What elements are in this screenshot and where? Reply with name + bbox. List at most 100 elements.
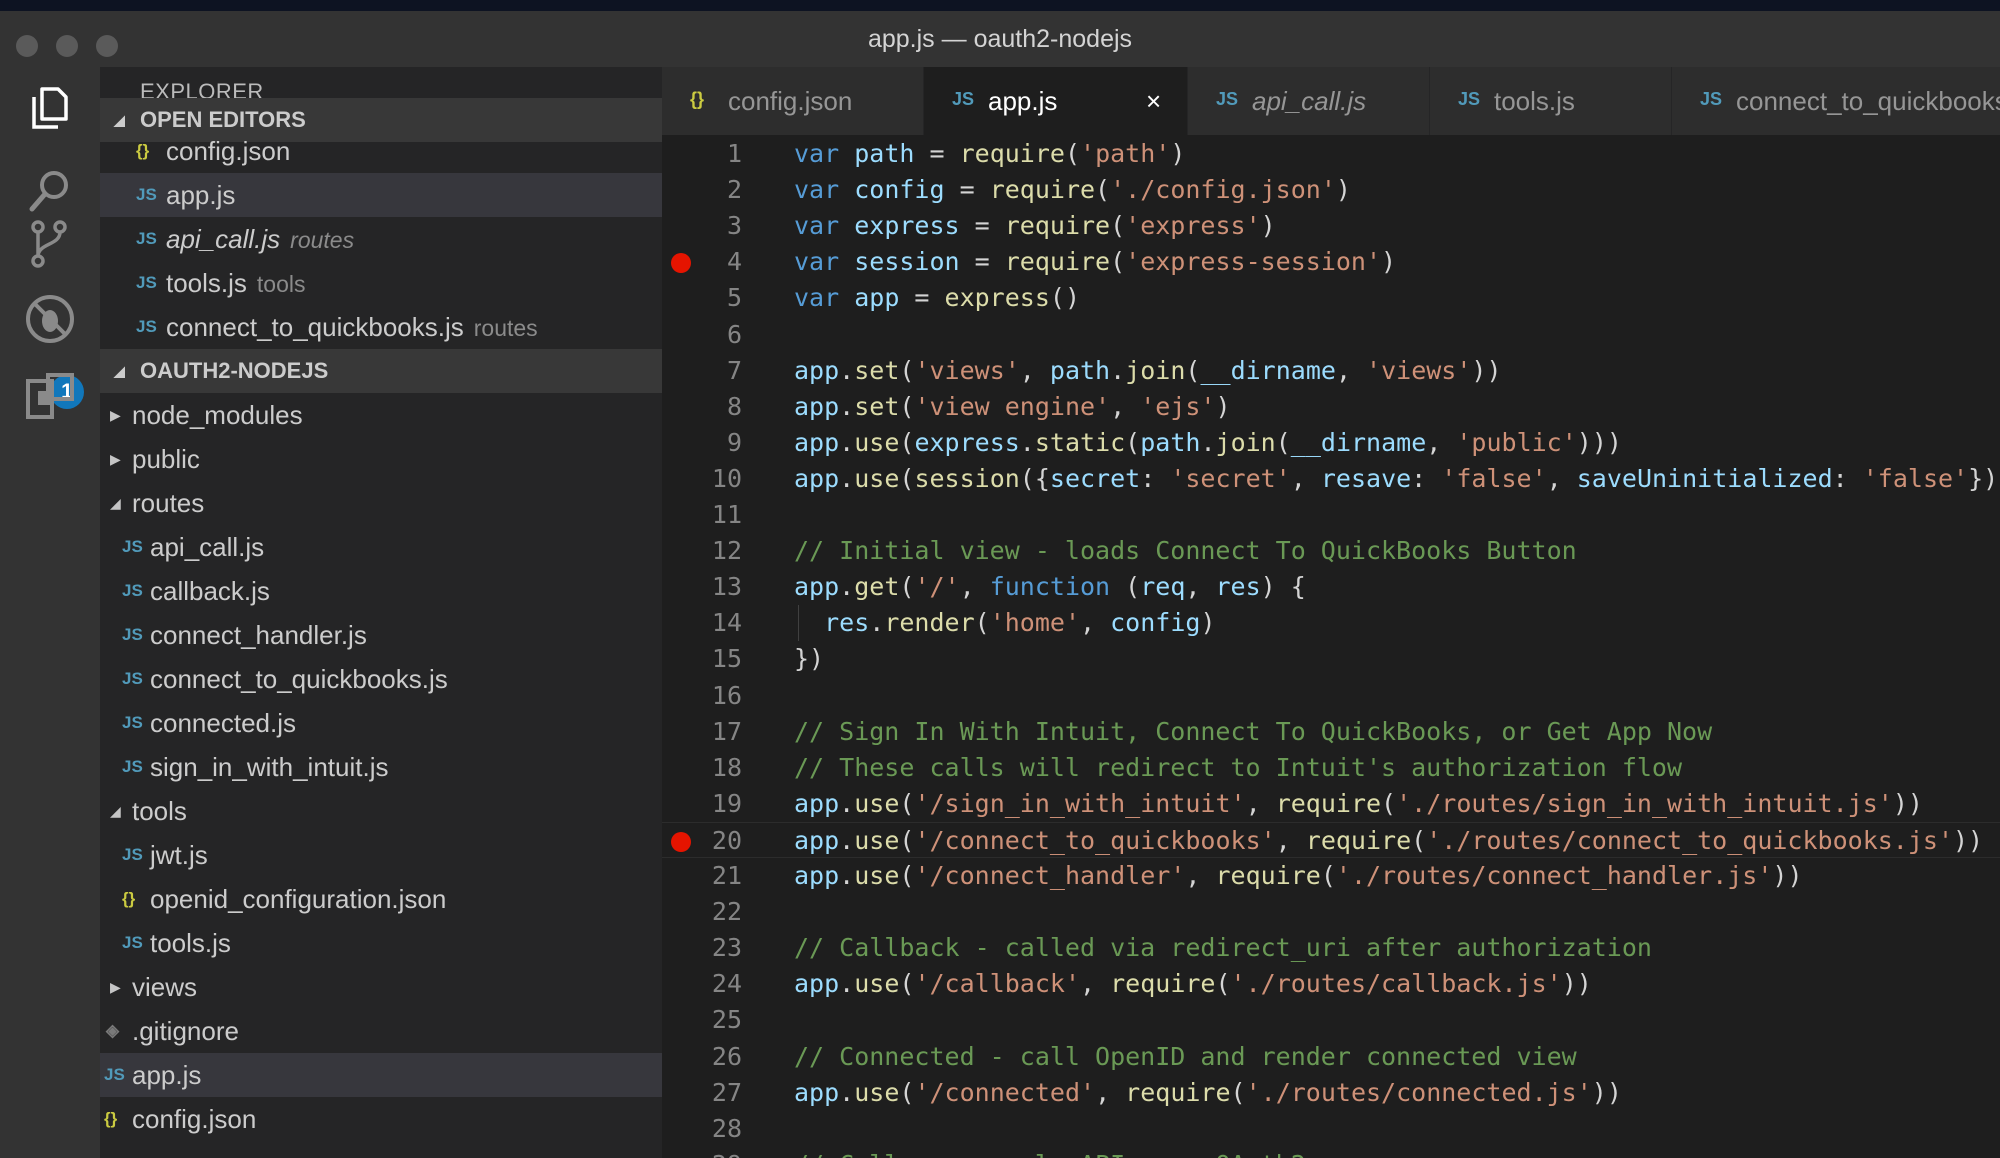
code-token: static bbox=[1034, 427, 1126, 457]
source-control-icon[interactable] bbox=[20, 215, 80, 275]
code-token: , bbox=[1185, 861, 1216, 890]
code-line[interactable]: 15}) bbox=[662, 641, 2000, 677]
file-item[interactable]: JS connected.js bbox=[100, 701, 662, 745]
code-token: , bbox=[1080, 969, 1111, 999]
code-token: ) bbox=[1381, 247, 1397, 277]
code-line[interactable]: 13 app.get('/', function (req, res) { bbox=[662, 569, 2000, 605]
code-token: res bbox=[1215, 572, 1261, 602]
code-line[interactable]: 1 var path = require('path') bbox=[662, 136, 2000, 172]
code-line[interactable]: 23 // Callback - called via redirect_uri … bbox=[662, 930, 2000, 966]
code-token: ({ bbox=[1019, 463, 1050, 493]
line-number: 7 bbox=[726, 355, 742, 385]
code-token: express bbox=[944, 283, 1050, 313]
code-line[interactable]: 27 app.use('/connected', require('./route… bbox=[662, 1075, 2000, 1111]
code-token: ( bbox=[899, 969, 915, 999]
code-token: 'views' bbox=[914, 355, 1020, 385]
code-token: : bbox=[1832, 463, 1863, 493]
code-token: '/sign_in_with_intuit' bbox=[914, 788, 1246, 818]
tab-app-js[interactable]: JS app.js × bbox=[924, 67, 1188, 135]
code-token: )) bbox=[1561, 969, 1592, 999]
open-editor-item[interactable]: {} config.json bbox=[100, 129, 662, 173]
code-line[interactable]: 18 // These calls will redirect to Intuit… bbox=[662, 750, 2000, 786]
code-token: 'view engine' bbox=[914, 391, 1111, 421]
code-token: . bbox=[1019, 427, 1035, 457]
line-number: 13 bbox=[711, 572, 742, 602]
code-line[interactable]: 29 // Call an example API over OAuth2 bbox=[662, 1147, 2000, 1158]
file-item[interactable]: JS api_call.js bbox=[100, 525, 662, 569]
code-text: app.use('/sign_in_with_intuit', require(… bbox=[794, 786, 1923, 822]
extensions-icon[interactable] bbox=[20, 367, 80, 427]
folder-tools[interactable]: ◢ tools bbox=[100, 789, 662, 833]
js-file-icon: JS bbox=[136, 273, 157, 292]
open-editor-item[interactable]: JS tools.js tools bbox=[100, 261, 662, 305]
code-token: use bbox=[854, 1077, 900, 1107]
folder-routes[interactable]: ◢ routes bbox=[100, 481, 662, 525]
debug-icon[interactable] bbox=[20, 289, 80, 349]
code-token: })) bbox=[1968, 463, 2000, 493]
folder-views[interactable]: ▶ views bbox=[100, 965, 662, 1009]
code-line[interactable]: 2 var config = require('./config.json') bbox=[662, 172, 2000, 208]
open-editor-item[interactable]: JS api_call.js routes bbox=[100, 217, 662, 261]
code-line[interactable]: 20 app.use('/connect_to_quickbooks', requ… bbox=[662, 821, 2000, 858]
file-item[interactable]: JS callback.js bbox=[100, 569, 662, 613]
file-item[interactable]: JS connect_to_quickbooks.js bbox=[100, 657, 662, 701]
code-line[interactable]: 5 var app = express() bbox=[662, 280, 2000, 316]
code-token: app bbox=[794, 391, 840, 421]
search-icon[interactable] bbox=[20, 161, 80, 221]
code-token: ( bbox=[899, 1077, 915, 1107]
line-number: 25 bbox=[711, 1005, 742, 1035]
folder-public[interactable]: ▶ public bbox=[100, 437, 662, 481]
file-item[interactable]: JS app.js bbox=[100, 1053, 662, 1097]
code-line[interactable]: 4 var session = require('express-session'… bbox=[662, 244, 2000, 280]
code-token: var bbox=[794, 175, 840, 205]
code-line[interactable]: 16 bbox=[662, 678, 2000, 714]
tab-config-json[interactable]: {} config.json bbox=[662, 67, 924, 135]
tab-api-call-js[interactable]: JS api_call.js bbox=[1188, 67, 1430, 135]
code-line[interactable]: 25 bbox=[662, 1002, 2000, 1038]
explorer-icon[interactable] bbox=[20, 75, 80, 135]
code-line[interactable]: 6 bbox=[662, 317, 2000, 353]
file-item[interactable]: JS tools.js bbox=[100, 921, 662, 965]
open-editor-item[interactable]: JS app.js bbox=[100, 173, 662, 217]
code-line[interactable]: 24 app.use('/callback', require('./routes… bbox=[662, 966, 2000, 1002]
file-item[interactable]: JS connect_handler.js bbox=[100, 613, 662, 657]
file-item[interactable]: {} config.json bbox=[100, 1097, 662, 1141]
code-line[interactable]: 28 bbox=[662, 1111, 2000, 1147]
code-line[interactable]: 11 bbox=[662, 497, 2000, 533]
code-line[interactable]: 9 app.use(express.static(path.join(__dirn… bbox=[662, 425, 2000, 461]
file-item[interactable]: JS jwt.js bbox=[100, 833, 662, 877]
code-line[interactable]: 14 res.render('home', config) bbox=[662, 605, 2000, 642]
code-text: var express = require('express') bbox=[794, 208, 1276, 244]
code-token: session bbox=[914, 463, 1020, 493]
project-header[interactable]: ◢ OAUTH2-NODEJS bbox=[100, 349, 662, 393]
chevron-down-icon: ◢ bbox=[110, 803, 121, 819]
code-editor[interactable]: 1 var path = require('path') 2 var config =… bbox=[662, 135, 2000, 1158]
code-line[interactable]: 3 var express = require('express') bbox=[662, 208, 2000, 244]
code-line[interactable]: 22 bbox=[662, 894, 2000, 930]
code-token: ( bbox=[974, 608, 990, 638]
folder-node-modules[interactable]: ▶ node_modules bbox=[100, 393, 662, 437]
json-file-icon: {} bbox=[104, 1109, 118, 1128]
code-line[interactable]: 19 app.use('/sign_in_with_intuit', requir… bbox=[662, 786, 2000, 822]
code-line[interactable]: 7 app.set('views', path.join(__dirname, '… bbox=[662, 353, 2000, 389]
tab-connect-to-quickbooks-js[interactable]: JS connect_to_quickbooks.js bbox=[1672, 67, 2000, 135]
code-line[interactable]: 26 // Connected - call OpenID and render … bbox=[662, 1039, 2000, 1075]
close-tab-button[interactable]: × bbox=[1146, 67, 1161, 135]
tab-tools-js[interactable]: JS tools.js bbox=[1430, 67, 1672, 135]
file-item[interactable]: {} openid_configuration.json bbox=[100, 877, 662, 921]
code-token: , bbox=[959, 572, 990, 602]
code-token: ) bbox=[1215, 391, 1231, 421]
code-line[interactable]: 10 app.use(session({secret: 'secret', res… bbox=[662, 461, 2000, 497]
code-line[interactable]: 12 // Initial view - loads Connect To Qui… bbox=[662, 533, 2000, 569]
code-line[interactable]: 8 app.set('view engine', 'ejs') bbox=[662, 389, 2000, 425]
code-line[interactable]: 21 app.use('/connect_handler', require('.… bbox=[662, 858, 2000, 894]
js-file-icon: JS bbox=[122, 625, 143, 644]
file-item[interactable]: JS sign_in_with_intuit.js bbox=[100, 745, 662, 789]
code-line[interactable]: 17 // Sign In With Intuit, Connect To Qui… bbox=[662, 714, 2000, 750]
file-item[interactable]: ◈ .gitignore bbox=[100, 1009, 662, 1053]
code-token: use bbox=[854, 861, 900, 890]
open-editor-item[interactable]: JS connect_to_quickbooks.js routes bbox=[100, 305, 662, 349]
chevron-right-icon: ▶ bbox=[110, 979, 121, 995]
code-token: , bbox=[1275, 825, 1306, 855]
